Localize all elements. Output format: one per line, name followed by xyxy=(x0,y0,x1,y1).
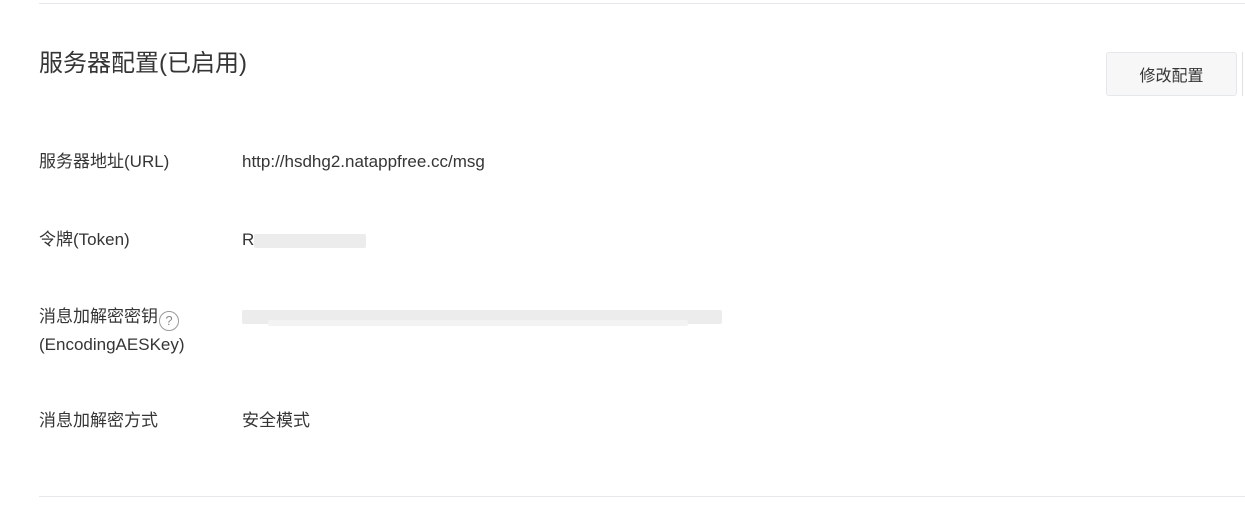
adjacent-button-edge xyxy=(1242,52,1243,96)
encryption-mode-value: 安全模式 xyxy=(242,411,310,430)
token-redaction xyxy=(254,234,366,248)
encryption-mode-label: 消息加解密方式 xyxy=(39,411,158,430)
top-divider xyxy=(39,3,1245,4)
aes-key-label-line2: (EncodingAESKey) xyxy=(39,335,185,354)
server-config-page: 服务器配置(已启用) 修改配置 服务器地址(URL) http://hsdhg2… xyxy=(0,0,1245,519)
aes-key-label: 消息加解密密钥? xyxy=(39,303,179,331)
url-value: http://hsdhg2.natappfree.cc/msg xyxy=(242,152,485,171)
aes-key-label-line1: 消息加解密密钥 xyxy=(39,307,158,326)
url-label: 服务器地址(URL) xyxy=(39,152,170,171)
token-label: 令牌(Token) xyxy=(39,230,130,249)
section-title: 服务器配置(已启用) xyxy=(39,50,247,77)
edit-config-button[interactable]: 修改配置 xyxy=(1106,52,1237,96)
question-circle-icon[interactable]: ? xyxy=(159,310,179,331)
bottom-divider xyxy=(39,496,1245,497)
aes-key-redaction-strip xyxy=(268,320,688,326)
token-value: R xyxy=(242,230,255,249)
